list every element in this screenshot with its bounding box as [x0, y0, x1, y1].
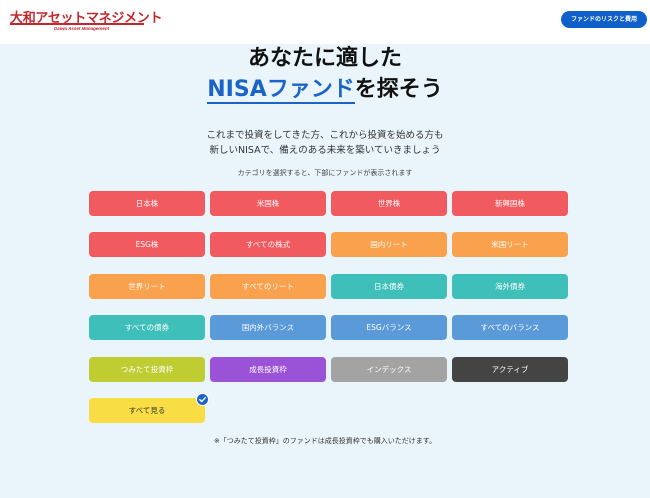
page-title-line2: NISAファンドを探そう: [0, 75, 650, 105]
category-world-reit[interactable]: 世界リート: [89, 274, 205, 299]
category-active[interactable]: アクティブ: [452, 357, 568, 382]
category-all-reit[interactable]: すべてのリート: [210, 274, 326, 299]
site-header: 大和アセットマネジメント Daiwa Asset Management ファンド…: [0, 0, 650, 44]
logo-underline: [10, 23, 144, 25]
logo-subtext: Daiwa Asset Management: [54, 26, 110, 31]
category-domestic-reit[interactable]: 国内リート: [331, 232, 447, 257]
lead-line2: 新しいNISAで、備えのある未来を築いていきましょう: [209, 145, 441, 156]
category-intl-balance[interactable]: 国内外バランス: [210, 315, 326, 340]
category-growth[interactable]: 成長投資枠: [210, 357, 326, 382]
category-japan-bonds[interactable]: 日本債券: [331, 274, 447, 299]
category-foreign-bonds[interactable]: 海外債券: [452, 274, 568, 299]
title-rest: を探そう: [354, 77, 443, 102]
category-esg-balance[interactable]: ESGバランス: [331, 315, 447, 340]
category-us-reit[interactable]: 米国リート: [452, 232, 568, 257]
category-hint: カテゴリを選択すると、下部にファンドが表示されます: [237, 169, 413, 177]
category-japan-stocks[interactable]: 日本株: [89, 191, 205, 216]
category-emerging-stocks[interactable]: 新興国株: [452, 191, 568, 216]
category-tsumitate[interactable]: つみたて投資枠: [89, 357, 205, 382]
category-index[interactable]: インデックス: [331, 357, 447, 382]
selected-check-icon: [196, 393, 209, 406]
lead-text: これまで投資をしてきた方、これから投資を始める方も 新しいNISAで、備えのある…: [0, 128, 650, 158]
category-esg-stocks[interactable]: ESG株: [89, 232, 205, 257]
category-see-all[interactable]: すべて見る: [89, 398, 205, 423]
category-all-balance[interactable]: すべてのバランス: [452, 315, 568, 340]
title-accent: NISAファンド: [207, 77, 355, 104]
category-all-stocks[interactable]: すべての株式: [210, 232, 326, 257]
category-all-bonds[interactable]: すべての債券: [89, 315, 205, 340]
category-us-stocks[interactable]: 米国株: [210, 191, 326, 216]
fund-risk-cost-button[interactable]: ファンドのリスクと費用: [561, 11, 647, 28]
page-title-line1: あなたに適した: [247, 46, 402, 71]
footnote: ※「つみたて投資枠」のファンドは成長投資枠でも購入いただけます。: [213, 437, 437, 445]
category-world-stocks[interactable]: 世界株: [331, 191, 447, 216]
lead-line1: これまで投資をしてきた方、これから投資を始める方も: [206, 130, 444, 141]
daiwa-logo[interactable]: 大和アセットマネジメント Daiwa Asset Management: [10, 7, 162, 33]
hero-section: [0, 44, 650, 498]
